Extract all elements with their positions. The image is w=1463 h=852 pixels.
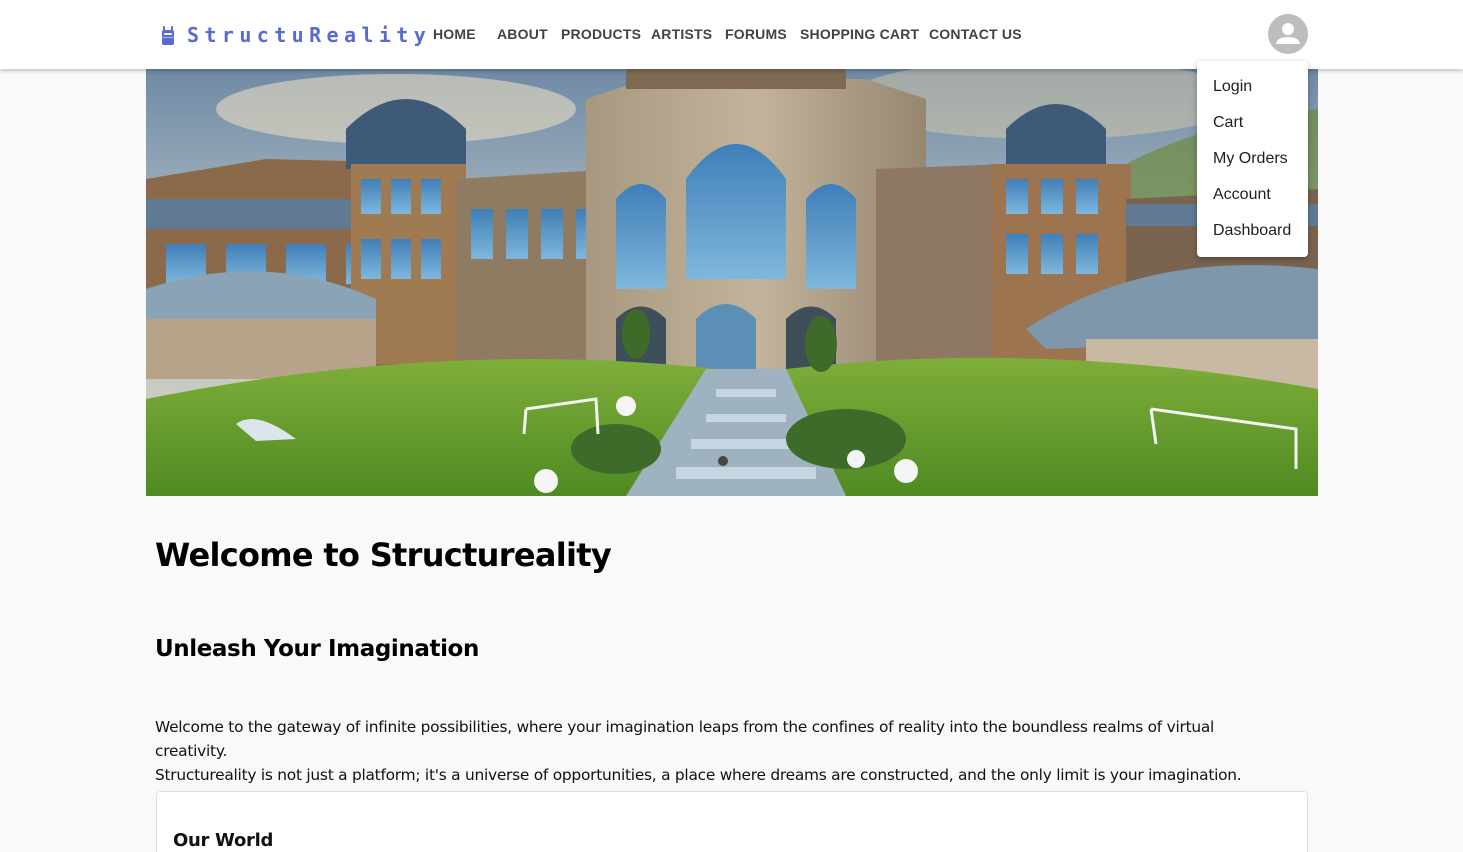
- nav-shopping-cart[interactable]: SHOPPING CART: [800, 26, 919, 42]
- page-title: Welcome to Structureality: [155, 536, 612, 574]
- nav-forums[interactable]: FORUMS: [725, 26, 787, 42]
- menu-item-login[interactable]: Login: [1197, 69, 1308, 105]
- nav-artists[interactable]: ARTISTS: [651, 26, 712, 42]
- intro-paragraph: Welcome to the gateway of infinite possi…: [155, 715, 1265, 787]
- carousel-indicator[interactable]: [718, 456, 728, 466]
- nav-home[interactable]: HOME: [433, 26, 476, 42]
- nav-products[interactable]: PRODUCTS: [561, 26, 641, 42]
- menu-item-cart[interactable]: Cart: [1197, 105, 1308, 141]
- app-bar: StructuReality HOME ABOUT PRODUCTS ARTIS…: [0, 0, 1463, 69]
- robot-icon: [160, 24, 176, 46]
- intro-line-2: Structureality is not just a platform; i…: [155, 766, 1242, 784]
- hero-carousel: [146, 69, 1318, 496]
- account-circle-icon: [1276, 23, 1300, 44]
- hero-image: [146, 69, 1318, 496]
- card-title: Our World: [173, 830, 274, 851]
- brand-name: StructuReality: [187, 23, 432, 47]
- section-subtitle: Unleash Your Imagination: [155, 636, 479, 662]
- nav-about[interactable]: ABOUT: [497, 26, 548, 42]
- menu-item-account[interactable]: Account: [1197, 177, 1308, 213]
- nav-contact-us[interactable]: CONTACT US: [929, 26, 1022, 42]
- account-dropdown-menu: Login Cart My Orders Account Dashboard: [1197, 61, 1308, 257]
- intro-line-1: Welcome to the gateway of infinite possi…: [155, 718, 1215, 760]
- menu-item-my-orders[interactable]: My Orders: [1197, 141, 1308, 177]
- account-avatar-button[interactable]: [1268, 14, 1308, 54]
- our-world-card: Our World: [156, 791, 1308, 852]
- menu-item-dashboard[interactable]: Dashboard: [1197, 213, 1308, 249]
- brand-logo[interactable]: StructuReality: [160, 22, 431, 48]
